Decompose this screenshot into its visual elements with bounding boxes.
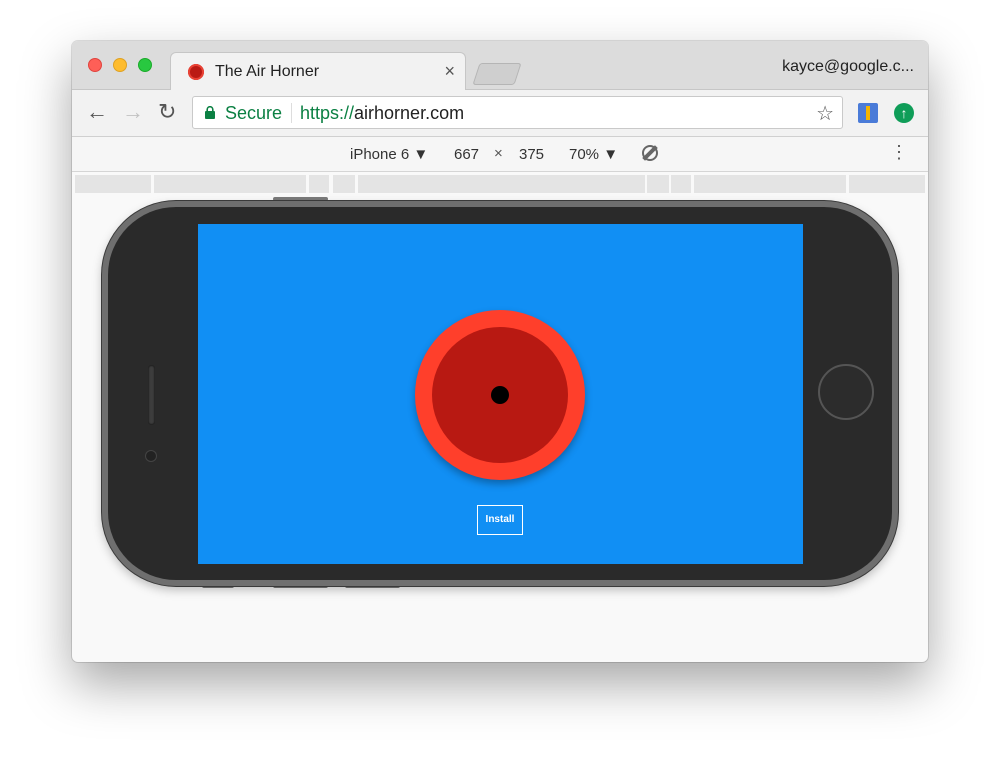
install-button[interactable]: Install	[477, 505, 523, 535]
url-host: airhorner.com	[354, 103, 465, 123]
url-scheme: https://	[300, 103, 355, 123]
minimize-window-button[interactable]	[113, 58, 127, 72]
media-query-segment[interactable]	[154, 175, 306, 193]
close-window-button[interactable]	[88, 58, 102, 72]
close-tab-icon[interactable]: ×	[444, 61, 455, 82]
media-query-segment[interactable]	[694, 175, 846, 193]
bookmark-star-icon[interactable]: ☆	[816, 101, 834, 126]
media-query-segment[interactable]	[849, 175, 925, 193]
new-tab-button[interactable]	[472, 63, 522, 85]
device-width-input[interactable]: 667	[454, 146, 479, 163]
secure-label[interactable]: Secure	[225, 103, 282, 124]
omnibox-divider	[291, 103, 292, 123]
device-select[interactable]: iPhone 6 ▼	[350, 146, 428, 163]
air-horn-button[interactable]	[415, 310, 585, 480]
tab-title: The Air Horner	[215, 63, 320, 80]
device-height-input[interactable]: 375	[519, 146, 544, 163]
title-bar: The Air Horner × kayce@google.c...	[72, 41, 928, 90]
browser-tab[interactable]: The Air Horner ×	[170, 52, 466, 90]
emulated-viewport: Install	[198, 224, 803, 564]
air-horn-inner	[432, 327, 568, 463]
media-query-segment[interactable]	[671, 175, 691, 193]
media-query-segment[interactable]	[309, 175, 329, 193]
forward-arrow-icon[interactable]: →	[122, 98, 144, 126]
rotate-icon[interactable]	[642, 145, 658, 161]
reload-icon[interactable]: ↻	[158, 98, 176, 126]
browser-window: The Air Horner × kayce@google.c... ← → ↻…	[72, 41, 928, 662]
maximize-window-button[interactable]	[138, 58, 152, 72]
profile-name[interactable]: kayce@google.c...	[782, 58, 914, 76]
phone-camera	[146, 451, 156, 461]
media-query-ruler	[75, 175, 925, 193]
air-horn-center	[491, 386, 509, 404]
media-query-segment[interactable]	[75, 175, 151, 193]
dimension-separator: ×	[494, 145, 503, 162]
more-options-icon[interactable]: ⋮	[890, 143, 908, 161]
lock-icon	[205, 106, 215, 119]
air-horner-favicon-icon	[188, 64, 204, 80]
media-query-segment[interactable]	[358, 175, 645, 193]
phone-home-button	[818, 364, 874, 420]
address-bar[interactable]: Secure https://airhorner.com ☆	[192, 96, 843, 129]
phone-speaker	[148, 365, 155, 425]
device-toolbar: iPhone 6 ▼ 667 × 375 70% ▼ ⋮	[72, 137, 928, 172]
extension-icon[interactable]	[858, 103, 878, 123]
url-text[interactable]: https://airhorner.com	[300, 103, 464, 124]
zoom-select[interactable]: 70% ▼	[569, 146, 618, 163]
back-arrow-icon[interactable]: ←	[86, 98, 108, 126]
upload-extension-icon[interactable]: ↑	[894, 103, 914, 123]
media-query-segment[interactable]	[647, 175, 669, 193]
browser-toolbar: ← → ↻ Secure https://airhorner.com ☆ ↑	[72, 90, 928, 137]
media-query-segment[interactable]	[333, 175, 355, 193]
